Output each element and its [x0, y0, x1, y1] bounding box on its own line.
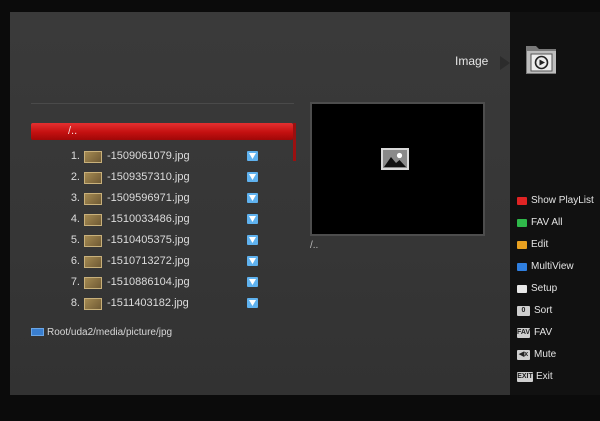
parent-dir-label: /.. [68, 125, 78, 137]
list-item[interactable]: 7. -1510886104.jpg [31, 273, 293, 291]
menu-label: FAV All [531, 217, 563, 228]
jpg-thumbnail-icon [84, 214, 102, 226]
jpg-thumbnail-icon [84, 298, 102, 310]
list-item[interactable]: 3. -1509596971.jpg [31, 189, 293, 207]
jpg-thumbnail-icon [84, 235, 102, 247]
menu-label: Setup [531, 283, 558, 294]
item-number: 6. [70, 255, 80, 267]
list-item[interactable]: 8. -1511403182.jpg [31, 294, 293, 312]
marker-icon [247, 277, 258, 287]
marker-icon [247, 214, 258, 224]
jpg-thumbnail-icon [84, 151, 102, 163]
page-title: Image [455, 54, 489, 68]
title-arrow [500, 56, 510, 70]
media-browser-screen: Image /.. 1. -1509061079.jpg 2. -1509357… [0, 0, 600, 421]
list-item[interactable]: 6. -1510713272.jpg [31, 252, 293, 270]
menu-label: FAV [534, 327, 553, 338]
fav-key-icon: FAV [517, 328, 531, 338]
item-number: 4. [70, 213, 80, 225]
yellow-key-icon [517, 241, 527, 249]
menu-label: Mute [534, 349, 557, 360]
path-label: Root/uda2/media/picture/jpg [47, 327, 173, 338]
media-folder-icon [526, 46, 556, 74]
file-name: -1510405375.jpg [107, 234, 190, 246]
marker-icon [247, 235, 258, 245]
red-key-icon [517, 197, 527, 205]
marker-icon [247, 151, 258, 161]
file-name: -1509596971.jpg [107, 192, 190, 204]
picture-icon [381, 148, 409, 170]
file-name: -1511403182.jpg [107, 297, 189, 309]
current-path: Root/uda2/media/picture/jpg [31, 327, 172, 338]
menu-label: Edit [531, 239, 549, 250]
item-number: 3. [70, 192, 80, 204]
marker-icon [247, 172, 258, 182]
list-item[interactable]: 4. -1510033486.jpg [31, 210, 293, 228]
jpg-thumbnail-icon [84, 193, 102, 205]
file-name: -1510886104.jpg [107, 276, 190, 288]
item-number: 2. [70, 171, 80, 183]
preview-path: /.. [310, 240, 319, 251]
list-item[interactable]: 5. -1510405375.jpg [31, 231, 293, 249]
marker-icon [247, 193, 258, 203]
file-name: -1509357310.jpg [107, 171, 190, 183]
mute-key-icon: ◀x [517, 350, 530, 360]
file-name: -1510033486.jpg [107, 213, 190, 225]
marker-icon [247, 298, 258, 308]
divider [31, 103, 294, 104]
blue-key-icon [517, 263, 527, 271]
item-number: 7. [70, 276, 80, 288]
list-scrollbar[interactable] [293, 123, 296, 161]
file-name: -1509061079.jpg [107, 150, 190, 162]
list-item[interactable]: 2. -1509357310.jpg [31, 168, 293, 186]
green-key-icon [517, 219, 527, 227]
usb-drive-icon [31, 328, 44, 337]
menu-label: MultiView [531, 261, 574, 272]
file-name: -1510713272.jpg [107, 255, 190, 267]
jpg-thumbnail-icon [84, 277, 102, 289]
white-key-icon [517, 285, 527, 293]
marker-icon [247, 256, 258, 266]
menu-label: Sort [534, 305, 553, 316]
exit-key-icon: EXIT [517, 372, 533, 382]
jpg-thumbnail-icon [84, 256, 102, 268]
item-number: 5. [70, 234, 80, 246]
zero-key-icon: 0 [517, 306, 530, 316]
item-number: 1. [70, 150, 80, 162]
list-item[interactable]: 1. -1509061079.jpg [31, 147, 293, 165]
list-item-parent-dir[interactable]: /.. [31, 123, 293, 140]
item-number: 8. [70, 297, 80, 309]
menu-label: Show PlayList [531, 195, 594, 206]
menu-label: Exit [536, 371, 553, 382]
jpg-thumbnail-icon [84, 172, 102, 184]
